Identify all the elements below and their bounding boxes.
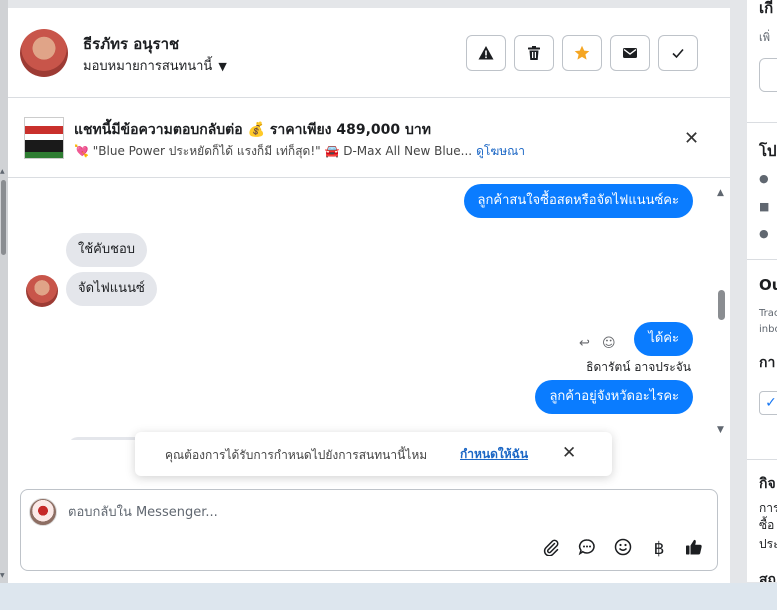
conversation-panel: ธีรภัทร อนุราช มอบหมายการสนทนานี้ ▼ แชทนี… — [8, 8, 730, 583]
assign-conversation-dropdown[interactable]: มอบหมายการสนทนานี้ ▼ — [83, 55, 227, 76]
contact-avatar-small — [26, 275, 58, 307]
emoji-icon[interactable] — [612, 538, 634, 560]
close-icon[interactable]: ✕ — [684, 128, 699, 149]
thread-scrollbar-thumb[interactable] — [718, 290, 725, 320]
thumbs-up-icon[interactable] — [683, 538, 705, 560]
envelope-icon — [623, 48, 637, 58]
scroll-down-arrow-icon[interactable]: ▼ — [0, 572, 5, 579]
message-incoming[interactable]: จัดไฟแนนซ์ — [66, 272, 157, 306]
panel-heading: สถ — [759, 572, 777, 582]
message-outgoing[interactable]: ลูกค้าสนใจซื้อสดหรือจัดไฟแนนซ์คะ — [463, 184, 693, 218]
divider — [747, 122, 777, 123]
clock-icon: ● — [759, 172, 769, 185]
contact-avatar[interactable] — [20, 29, 68, 77]
panel-text: ซื้อ — [759, 518, 775, 532]
ad-context-banner: แชทนี้มีข้อความตอบกลับต่อ 💰 ราคาเพียง 48… — [8, 98, 730, 178]
panel-subtext: เพิ่ — [759, 31, 771, 44]
assign-label: มอบหมายการสนทนานี้ — [83, 59, 213, 74]
message-thread: ลูกค้าสนใจซื้อสดหรือจัดไฟแนนซ์คะ ใช้คับช… — [8, 178, 730, 440]
ad-subtitle-text: 💘 "Blue Power ประหยัดก็ได้ แรงก็มี เท่ก็… — [74, 144, 473, 158]
scroll-up-arrow-icon[interactable]: ▲ — [717, 188, 724, 198]
conversation-header: ธีรภัทร อนุราช มอบหมายการสนทนานี้ ▼ — [8, 8, 730, 98]
assign-prompt-toast: คุณต้องการได้รับการกำหนดไปยังการสนทนานี้… — [135, 432, 612, 476]
assign-prompt-text: คุณต้องการได้รับการกำหนดไปยังการสนทนานี้… — [165, 448, 428, 462]
briefcase-icon: ■ — [759, 200, 770, 213]
contact-details-panel: เกี เพิ่ โป ● ■ ● Ou Trac inbo กา ✓ กิจ … — [746, 0, 777, 582]
warning-icon — [478, 46, 494, 60]
divider — [747, 259, 777, 260]
mark-done-button[interactable] — [658, 35, 698, 71]
taskbar — [0, 583, 777, 610]
sender-name: ธิดารัตน์ อาจประจัน — [586, 360, 691, 374]
mark-spam-button[interactable] — [466, 35, 506, 71]
close-icon[interactable]: ✕ — [562, 443, 576, 463]
outer-scrollbar[interactable]: ▲ ▼ — [0, 0, 8, 610]
view-ad-link[interactable]: ดูโฆษณา — [476, 144, 525, 158]
message-incoming[interactable]: ใช้คับชอบ — [66, 233, 148, 267]
outer-scrollbar-thumb[interactable] — [1, 180, 6, 255]
panel-subtext: inbo — [759, 324, 777, 335]
scroll-down-arrow-icon[interactable]: ▼ — [717, 425, 724, 435]
scroll-up-arrow-icon[interactable]: ▲ — [0, 168, 5, 175]
baht-icon[interactable]: ฿ — [648, 538, 670, 560]
panel-subtext: Trac — [759, 308, 777, 319]
page-avatar — [29, 498, 57, 526]
delete-button[interactable] — [514, 35, 554, 71]
thread-scrollbar[interactable]: ▲ ▼ — [716, 178, 728, 440]
checkbox[interactable]: ✓ — [759, 391, 777, 415]
star-button[interactable] — [562, 35, 602, 71]
caret-down-icon: ▼ — [218, 60, 227, 73]
panel-heading: เกี — [759, 0, 774, 17]
location-icon: ● — [759, 227, 769, 240]
check-icon — [672, 48, 684, 59]
message-outgoing[interactable]: ได้ค่ะ — [634, 322, 693, 356]
reply-icon[interactable]: ↩ — [579, 336, 590, 351]
react-emoji-icon[interactable]: ☺ — [602, 336, 616, 351]
reply-input[interactable] — [68, 501, 668, 523]
assign-to-me-link[interactable]: กำหนดให้ฉัน — [460, 445, 528, 464]
mark-unread-button[interactable] — [610, 35, 650, 71]
panel-heading: กิจ — [759, 476, 776, 492]
star-icon — [574, 45, 590, 60]
message-composer: ฿ — [20, 489, 718, 571]
message-outgoing[interactable]: ลูกค้าอยู่จังหวัดอะไรคะ — [535, 380, 693, 414]
trash-icon — [528, 46, 540, 60]
attach-icon[interactable] — [540, 538, 562, 560]
panel-heading: กา — [759, 355, 776, 371]
add-label-button[interactable] — [759, 58, 777, 92]
saved-reply-icon[interactable] — [576, 538, 598, 560]
divider — [747, 459, 777, 460]
panel-text: ประ — [759, 537, 777, 551]
ad-title: แชทนี้มีข้อความตอบกลับต่อ 💰 ราคาเพียง 48… — [74, 122, 432, 138]
ad-thumbnail[interactable] — [24, 117, 64, 159]
contact-name[interactable]: ธีรภัทร อนุราช — [83, 32, 179, 56]
panel-heading: Ou — [759, 276, 777, 294]
panel-heading: โป — [759, 142, 777, 160]
ad-subtitle: 💘 "Blue Power ประหยัดก็ได้ แรงก็มี เท่ก็… — [74, 142, 525, 161]
